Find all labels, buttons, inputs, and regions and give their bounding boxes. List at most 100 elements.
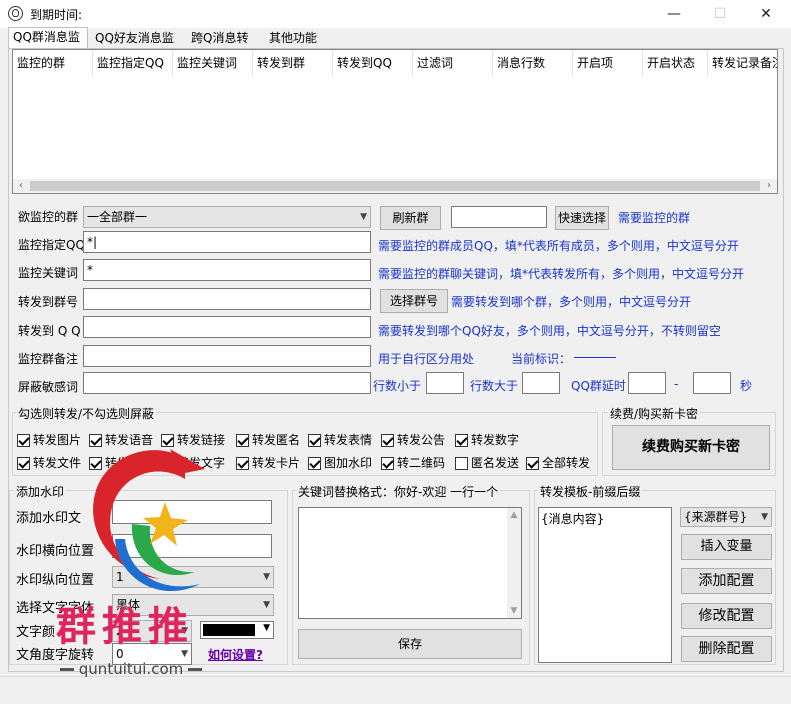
add-config-button[interactable]: 添加配置 bbox=[681, 568, 772, 594]
renew-group-title: 续费/购买新卡密 bbox=[608, 405, 701, 422]
chevron-down-icon: ▼ bbox=[761, 512, 768, 522]
delay-unit: 秒 bbox=[740, 379, 753, 393]
brand-name: 群推推 bbox=[56, 604, 194, 650]
minimize-button[interactable]: — bbox=[651, 0, 697, 28]
checkbox-box bbox=[381, 433, 394, 447]
tab-other-functions[interactable]: 其他功能 bbox=[264, 28, 324, 48]
specified-qq-input[interactable]: *| bbox=[83, 231, 371, 253]
close-button[interactable]: ✕ bbox=[743, 0, 789, 28]
watermark-group-title: 添加水印 bbox=[14, 483, 67, 500]
forward-group-hint: 需要转发到哪个群，多个则用，中文逗号分开 bbox=[451, 295, 692, 309]
keyword-label: 监控关键词 bbox=[18, 266, 79, 280]
lines-more-input[interactable] bbox=[522, 372, 560, 394]
refresh-group-button[interactable]: 刷新群 bbox=[380, 206, 441, 230]
specified-qq-hint: 需要监控的群成员QQ，填*代表所有成员，多个则用，中文逗号分开 bbox=[378, 239, 739, 253]
save-button[interactable]: 保存 bbox=[298, 629, 522, 659]
forward-group-label: 转发到群号 bbox=[18, 295, 79, 309]
forward-qq-hint: 需要转发到哪个QQ好友，多个则用，中文逗号分开，不转则留空 bbox=[378, 324, 721, 338]
monitor-list[interactable]: 监控的群 监控指定QQ 监控关键词 转发到群 转发到QQ 过滤词 消息行数 开启… bbox=[12, 49, 778, 194]
renew-button[interactable]: 续费购买新卡密 bbox=[612, 425, 770, 470]
lines-less-label: 行数小于 bbox=[373, 379, 422, 393]
quick-select-button[interactable]: 快速选择 bbox=[555, 206, 609, 230]
quick-select-input[interactable] bbox=[451, 206, 547, 228]
checkbox-box bbox=[17, 433, 30, 447]
tab-cross-qq-forward[interactable]: 跨Q消息转发 bbox=[186, 28, 260, 63]
checkbox-image-watermark[interactable]: 图加水印 bbox=[308, 454, 372, 472]
remark-input[interactable] bbox=[83, 345, 371, 367]
title-bar: 到期时间: — ☐ ✕ bbox=[0, 0, 791, 28]
chevron-down-icon: ▼ bbox=[360, 212, 367, 222]
checkbox-forward-number[interactable]: 转发数字 bbox=[455, 431, 519, 449]
tab-qq-friend-monitor[interactable]: QQ好友消息监控 bbox=[90, 28, 184, 63]
filter-words-label: 屏蔽敏感词 bbox=[18, 380, 79, 394]
delay-label: QQ群延时 bbox=[571, 379, 626, 393]
checkbox-anonymous-send[interactable]: 匿名发送 bbox=[455, 454, 519, 472]
list-header: 监控的群 监控指定QQ 监控关键词 转发到群 转发到QQ 过滤词 消息行数 开启… bbox=[13, 50, 777, 76]
checkbox-forward-emoji[interactable]: 转发表情 bbox=[308, 431, 372, 449]
window-title: 到期时间: bbox=[30, 8, 83, 22]
delay-from-input[interactable] bbox=[628, 372, 666, 394]
column-header[interactable]: 开启项 bbox=[573, 50, 643, 76]
scroll-thumb[interactable] bbox=[30, 181, 760, 191]
lines-more-label: 行数大于 bbox=[470, 379, 519, 393]
keyword-replace-title: 关键词替换格式：你好-欢迎 一行一个 bbox=[296, 483, 501, 500]
checkbox-label: 图加水印 bbox=[324, 456, 373, 470]
checkbox-box bbox=[17, 456, 30, 470]
remark-hint: 用于自行区分用处 bbox=[378, 352, 475, 366]
scroll-up-icon[interactable]: ▲ bbox=[507, 508, 521, 522]
dash-icon bbox=[60, 668, 74, 671]
column-header[interactable]: 过滤词 bbox=[413, 50, 493, 76]
monitor-group-hint: 需要监控的群 bbox=[618, 211, 691, 225]
penguin-icon bbox=[8, 6, 23, 21]
column-header[interactable]: 监控指定QQ bbox=[93, 50, 173, 76]
column-header[interactable]: 监控的群 bbox=[13, 50, 93, 76]
template-textarea[interactable]: {消息内容} bbox=[538, 507, 672, 663]
scroll-right-icon[interactable]: › bbox=[761, 179, 777, 193]
current-mark-label: 当前标识： bbox=[511, 352, 572, 366]
column-header[interactable]: 开启状态 bbox=[643, 50, 708, 76]
maximize-button[interactable]: ☐ bbox=[697, 0, 743, 28]
dash-icon bbox=[188, 668, 203, 671]
current-mark-value bbox=[574, 357, 616, 358]
delay-to-input[interactable] bbox=[693, 372, 731, 394]
keyword-replace-scrollbar[interactable]: ▲ ▼ bbox=[507, 508, 521, 618]
brand-url-text: quntuitui.com bbox=[78, 660, 184, 678]
keyword-input[interactable]: * bbox=[83, 259, 371, 281]
column-header[interactable]: 转发到群 bbox=[253, 50, 333, 76]
variable-select-value: {来源群号} bbox=[684, 510, 748, 524]
checkbox-box bbox=[455, 433, 468, 447]
delete-config-button[interactable]: 删除配置 bbox=[681, 636, 772, 662]
delay-separator: - bbox=[674, 377, 679, 391]
forward-qq-input[interactable] bbox=[83, 316, 371, 338]
monitor-group-select[interactable]: 一全部群一 ▼ bbox=[83, 206, 371, 228]
checkbox-label: 转发数字 bbox=[471, 433, 520, 447]
checkbox-box bbox=[308, 456, 321, 470]
checkbox-qrcode[interactable]: 转二维码 bbox=[381, 454, 445, 472]
variable-select[interactable]: {来源群号} ▼ bbox=[680, 507, 772, 527]
scroll-left-icon[interactable]: ‹ bbox=[13, 179, 29, 193]
monitor-group-value: 一全部群一 bbox=[87, 210, 148, 224]
watermark-color-label: 文字颜 bbox=[16, 625, 56, 640]
checkbox-label: 转发公告 bbox=[397, 433, 446, 447]
checkbox-box bbox=[455, 456, 468, 470]
insert-variable-button[interactable]: 插入变量 bbox=[681, 534, 772, 560]
modify-config-button[interactable]: 修改配置 bbox=[681, 603, 772, 629]
checkbox-forward-notice[interactable]: 转发公告 bbox=[381, 431, 445, 449]
column-header[interactable]: 转发到QQ bbox=[333, 50, 413, 76]
checkbox-label: 全部转发 bbox=[542, 456, 591, 470]
horizontal-scrollbar[interactable]: ‹ › bbox=[13, 179, 777, 193]
tab-qq-group-monitor[interactable]: QQ群消息监控 bbox=[8, 27, 88, 62]
column-header[interactable]: 消息行数 bbox=[493, 50, 573, 76]
keyword-replace-textarea[interactable] bbox=[298, 507, 522, 619]
scroll-down-icon[interactable]: ▼ bbox=[507, 604, 521, 618]
forward-group-input[interactable] bbox=[83, 288, 371, 310]
keyword-hint: 需要监控的群聊关键词，填*代表转发所有，多个则用，中文逗号分开 bbox=[378, 267, 745, 281]
column-header[interactable]: 转发记录备注 bbox=[708, 50, 777, 76]
filter-words-input[interactable] bbox=[83, 372, 371, 394]
column-header[interactable]: 监控关键词 bbox=[173, 50, 253, 76]
specified-qq-label: 监控指定QQ bbox=[18, 238, 85, 252]
lines-less-input[interactable] bbox=[426, 372, 464, 394]
checkbox-box bbox=[308, 433, 321, 447]
select-group-button[interactable]: 选择群号 bbox=[380, 289, 448, 313]
checkbox-forward-all[interactable]: 全部转发 bbox=[526, 454, 590, 472]
